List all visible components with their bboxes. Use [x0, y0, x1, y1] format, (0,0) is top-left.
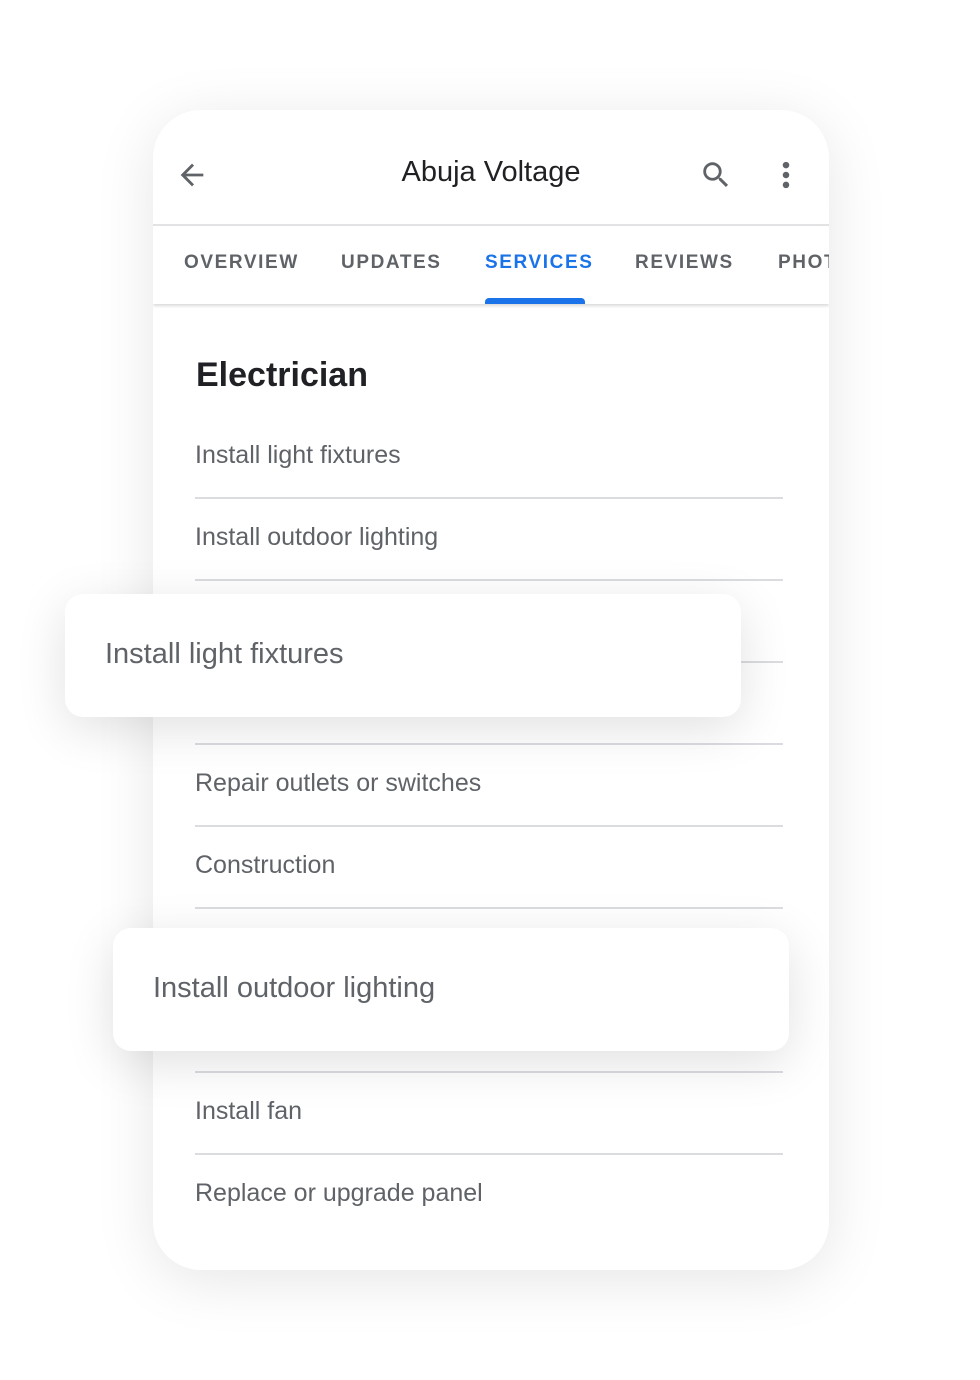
card-label: Install outdoor lighting	[153, 972, 436, 1004]
list-item[interactable]: Install fan	[195, 1073, 783, 1155]
tab-bar: OVERVIEW UPDATES SERVICES REVIEWS PHOTOS	[153, 226, 829, 304]
section-title: Electrician	[196, 356, 368, 394]
service-label: Install outdoor lighting	[195, 523, 439, 551]
service-label: Install fan	[195, 1097, 303, 1125]
active-tab-indicator	[485, 298, 585, 304]
more-vert-icon[interactable]	[773, 158, 799, 192]
tab-reviews[interactable]: REVIEWS	[635, 252, 734, 274]
tab-services[interactable]: SERVICES	[485, 252, 594, 274]
dragged-service-card[interactable]: Install light fixtures	[65, 594, 741, 717]
service-label: Repair outlets or switches	[195, 769, 482, 797]
service-label: Install light fixtures	[195, 441, 401, 469]
list-item[interactable]: Replace or upgrade panel	[195, 1155, 783, 1237]
dragged-service-card[interactable]: Install outdoor lighting	[113, 928, 789, 1051]
tab-photos[interactable]: PHOTOS	[778, 252, 829, 274]
tab-updates[interactable]: UPDATES	[341, 252, 442, 274]
service-label: Construction	[195, 851, 336, 879]
list-item[interactable]: Construction	[195, 827, 783, 909]
app-bar: Abuja Voltage	[153, 110, 829, 226]
search-icon[interactable]	[699, 158, 733, 192]
card-label: Install light fixtures	[105, 638, 344, 670]
list-item[interactable]: Install outdoor lighting	[195, 499, 783, 581]
service-label: Replace or upgrade panel	[195, 1179, 483, 1207]
list-item[interactable]: Install light fixtures	[195, 417, 783, 499]
list-item[interactable]: Repair outlets or switches	[195, 745, 783, 827]
tab-overview[interactable]: OVERVIEW	[184, 252, 299, 274]
